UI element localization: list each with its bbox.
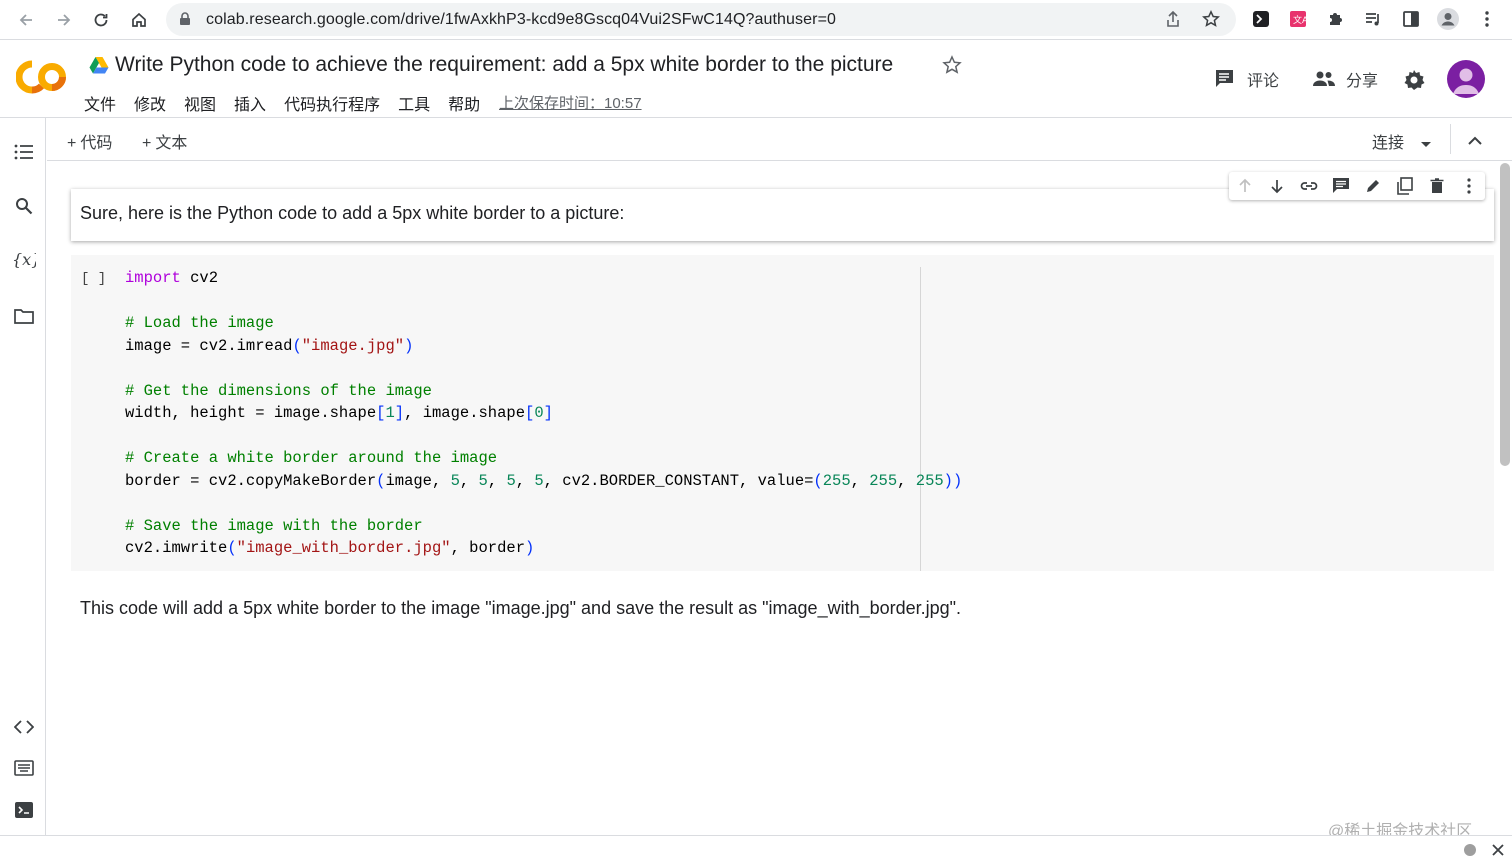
menu-bar: 文件 修改 视图 插入 代码执行程序 工具 帮助 bbox=[84, 91, 498, 115]
google-drive-icon[interactable] bbox=[89, 56, 109, 79]
extension-translate-icon[interactable]: 文A bbox=[1287, 8, 1309, 30]
menu-view[interactable]: 视图 bbox=[184, 91, 216, 115]
files-folder-icon[interactable] bbox=[12, 304, 36, 328]
address-bar[interactable]: colab.research.google.com/drive/1fwAxkhP… bbox=[166, 3, 1236, 36]
comment-label: 评论 bbox=[1247, 73, 1280, 90]
code-snippets-icon[interactable] bbox=[12, 715, 36, 739]
plus-icon: + bbox=[142, 135, 152, 152]
browser-toolbar: colab.research.google.com/drive/1fwAxkhP… bbox=[0, 0, 1512, 40]
move-up-icon[interactable] bbox=[1229, 172, 1261, 200]
colab-logo-icon[interactable] bbox=[15, 59, 68, 95]
settings-gear-icon[interactable] bbox=[1403, 69, 1425, 91]
share-label: 分享 bbox=[1346, 73, 1379, 90]
extension-terminal-icon[interactable] bbox=[1250, 8, 1272, 30]
more-options-icon[interactable] bbox=[1453, 172, 1485, 200]
collapse-chevron-up-icon[interactable] bbox=[1467, 133, 1483, 151]
link-icon[interactable] bbox=[1293, 172, 1325, 200]
plus-icon: + bbox=[67, 135, 77, 152]
reading-list-icon[interactable] bbox=[1362, 8, 1384, 30]
url-text[interactable]: colab.research.google.com/drive/1fwAxkhP… bbox=[206, 11, 836, 29]
extensions-puzzle-icon[interactable] bbox=[1325, 8, 1347, 30]
svg-text:文A: 文A bbox=[1293, 14, 1307, 26]
delete-trash-icon[interactable] bbox=[1421, 172, 1453, 200]
connect-dropdown-icon[interactable] bbox=[1420, 136, 1432, 154]
command-palette-icon[interactable] bbox=[12, 756, 36, 780]
colab-header: Write Python code to achieve the require… bbox=[0, 41, 1512, 118]
share-page-icon[interactable] bbox=[1164, 10, 1182, 33]
profile-icon[interactable] bbox=[1437, 8, 1459, 30]
left-sidebar: {x} bbox=[0, 118, 46, 835]
edit-pencil-icon[interactable] bbox=[1357, 172, 1389, 200]
scrollbar-thumb[interactable] bbox=[1500, 163, 1510, 466]
share-button[interactable]: 分享 bbox=[1312, 67, 1378, 91]
menu-file[interactable]: 文件 bbox=[84, 91, 116, 115]
toolbar-divider bbox=[1450, 124, 1451, 154]
status-bar bbox=[0, 835, 1512, 863]
add-comment-icon[interactable] bbox=[1325, 172, 1357, 200]
add-code-label: 代码 bbox=[80, 135, 113, 152]
menu-edit[interactable]: 修改 bbox=[134, 91, 166, 115]
mirror-cell-icon[interactable] bbox=[1389, 172, 1421, 200]
browser-menu-icon[interactable] bbox=[1476, 8, 1498, 30]
menu-insert[interactable]: 插入 bbox=[234, 91, 266, 115]
back-icon[interactable] bbox=[14, 8, 38, 32]
explanation-text-cell[interactable]: This code will add a 5px white border to… bbox=[80, 598, 961, 619]
side-panel-icon[interactable] bbox=[1400, 8, 1422, 30]
close-status-icon[interactable] bbox=[1492, 843, 1504, 861]
last-saved-link[interactable]: 上次保存时间：10:57 bbox=[499, 92, 642, 113]
notebook-toolbar: + 代码 + 文本 连接 bbox=[47, 118, 1512, 161]
add-text-label: 文本 bbox=[155, 135, 188, 152]
lock-icon[interactable] bbox=[179, 12, 191, 31]
home-icon[interactable] bbox=[127, 8, 151, 32]
cell-toolbar bbox=[1229, 172, 1485, 200]
account-avatar[interactable] bbox=[1447, 60, 1485, 98]
menu-tools[interactable]: 工具 bbox=[398, 91, 430, 115]
move-down-icon[interactable] bbox=[1261, 172, 1293, 200]
connect-label: 连接 bbox=[1372, 135, 1405, 152]
terminal-icon[interactable] bbox=[12, 798, 36, 822]
code-editor[interactable]: import cv2 # Load the image image = cv2.… bbox=[125, 267, 962, 560]
comment-button[interactable]: 评论 bbox=[1213, 67, 1279, 91]
table-of-contents-icon[interactable] bbox=[12, 140, 36, 164]
svg-text:{x}: {x} bbox=[12, 250, 36, 269]
add-code-button[interactable]: + 代码 bbox=[67, 129, 112, 153]
bookmark-star-icon[interactable] bbox=[1202, 10, 1220, 33]
menu-runtime[interactable]: 代码执行程序 bbox=[284, 91, 380, 115]
reload-icon[interactable] bbox=[89, 8, 113, 32]
status-dot-icon bbox=[1464, 844, 1476, 856]
people-icon bbox=[1312, 69, 1336, 89]
connect-button[interactable]: 连接 bbox=[1372, 129, 1404, 153]
menu-help[interactable]: 帮助 bbox=[448, 91, 480, 115]
text-cell-content: Sure, here is the Python code to add a 5… bbox=[80, 203, 625, 223]
star-notebook-icon[interactable] bbox=[942, 55, 962, 80]
add-text-button[interactable]: + 文本 bbox=[142, 129, 187, 153]
forward-icon[interactable] bbox=[52, 8, 76, 32]
variables-icon[interactable]: {x} bbox=[12, 248, 36, 272]
search-icon[interactable] bbox=[12, 194, 36, 218]
run-cell-button[interactable]: [ ] bbox=[81, 271, 106, 287]
notebook-title[interactable]: Write Python code to achieve the require… bbox=[115, 53, 893, 77]
code-cell[interactable]: [ ] import cv2 # Load the image image = … bbox=[71, 255, 1494, 571]
comment-icon bbox=[1213, 68, 1235, 90]
